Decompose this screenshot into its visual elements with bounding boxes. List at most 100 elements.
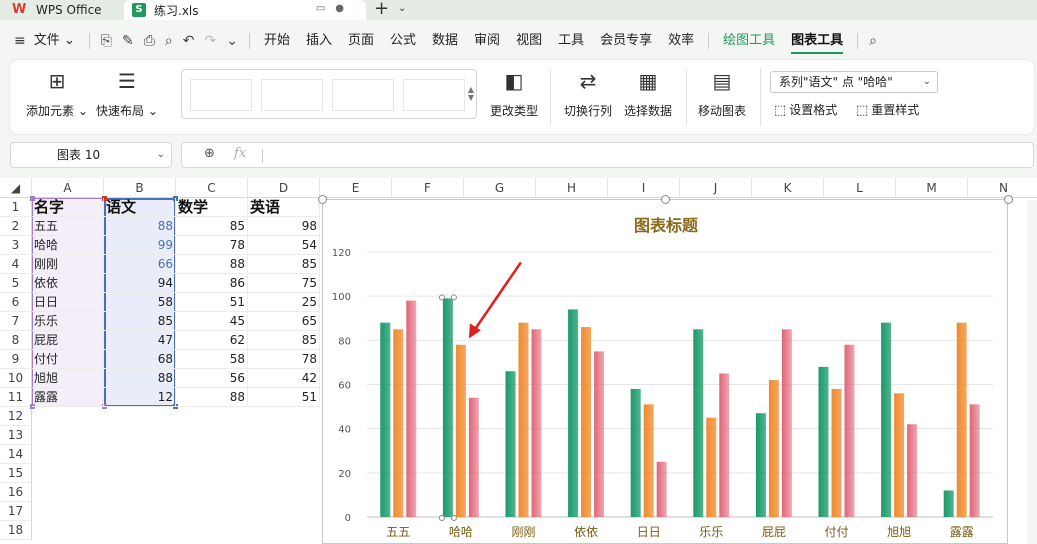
bar-0-1[interactable] xyxy=(442,298,453,517)
column-header[interactable]: A xyxy=(32,178,104,198)
bar-2-2[interactable] xyxy=(531,329,542,517)
row-header[interactable]: 6 xyxy=(0,293,32,312)
row-header[interactable]: 17 xyxy=(0,502,32,521)
bar-0-4[interactable] xyxy=(630,388,641,517)
menu-tools[interactable]: 工具 xyxy=(550,28,592,54)
column-header[interactable]: D xyxy=(248,178,320,198)
selected-point-handle[interactable] xyxy=(438,515,445,521)
chart-style-2[interactable] xyxy=(261,79,323,111)
score-cell[interactable]: 78 xyxy=(176,236,248,255)
reset-style-button[interactable]: ⬚ 重置样式 xyxy=(856,101,919,118)
bar-2-3[interactable] xyxy=(594,351,605,517)
menu-formula[interactable]: 公式 xyxy=(382,28,424,54)
menu-page[interactable]: 页面 xyxy=(340,28,382,54)
redo-icon[interactable]: ↷ xyxy=(200,33,222,49)
menu-chart-tools[interactable]: 图表工具 xyxy=(783,28,851,54)
name-cell[interactable]: 五五 xyxy=(32,217,104,236)
bar-0-2[interactable] xyxy=(505,371,516,517)
name-box[interactable]: 图表 10 ⌄ xyxy=(10,142,172,168)
score-cell[interactable]: 75 xyxy=(248,274,320,293)
row-header[interactable]: 10 xyxy=(0,369,32,388)
score-cell[interactable]: 56 xyxy=(176,369,248,388)
tab-controls-icon[interactable]: ▭● xyxy=(316,3,354,14)
row-header[interactable]: 3 xyxy=(0,236,32,255)
bar-2-9[interactable] xyxy=(969,404,980,517)
score-cell[interactable]: 88 xyxy=(176,388,248,407)
bar-1-2[interactable] xyxy=(518,322,529,517)
score-cell[interactable]: 94 xyxy=(104,274,176,293)
bar-0-6[interactable] xyxy=(755,413,766,517)
more-quick-access-icon[interactable]: ⌄ xyxy=(221,33,243,49)
bar-2-1[interactable] xyxy=(468,397,479,517)
search-icon[interactable]: ⌕ xyxy=(864,33,882,49)
score-cell[interactable]: 85 xyxy=(248,255,320,274)
bar-1-0[interactable] xyxy=(393,329,404,517)
bar-1-1[interactable] xyxy=(455,344,466,517)
bar-1-6[interactable] xyxy=(768,380,779,517)
selected-point-handle[interactable] xyxy=(450,515,457,521)
column-header[interactable]: J xyxy=(680,178,752,198)
name-cell[interactable]: 露露 xyxy=(32,388,104,407)
series-selector[interactable]: 系列"语文" 点 "哈哈" ⌄ xyxy=(770,71,938,93)
bar-0-5[interactable] xyxy=(693,329,704,517)
score-cell[interactable]: 88 xyxy=(176,255,248,274)
score-cell[interactable]: 58 xyxy=(104,293,176,312)
score-cell[interactable]: 88 xyxy=(104,369,176,388)
row-header[interactable]: 13 xyxy=(0,426,32,445)
score-cell[interactable]: 65 xyxy=(248,312,320,331)
name-cell[interactable]: 日日 xyxy=(32,293,104,312)
bar-0-3[interactable] xyxy=(568,309,579,517)
row-header[interactable]: 5 xyxy=(0,274,32,293)
menu-home[interactable]: 开始 xyxy=(256,28,298,54)
bar-chart[interactable]: 图表标题 0 20 40 60 80 100 120 五五 哈哈 刚刚 依依 日日 乐乐 屁屁 付付 旭旭 露露 xyxy=(318,195,1013,544)
formula-bar[interactable]: ⊕ fx xyxy=(181,142,1034,168)
zoom-icon[interactable]: ⊕ xyxy=(204,146,215,161)
tab-file[interactable]: S 练习.xls ▭● xyxy=(124,0,366,20)
save-icon[interactable]: ⎘ xyxy=(96,33,117,49)
change-type-button[interactable]: ◧ 更改类型 xyxy=(486,68,542,119)
bar-1-8[interactable] xyxy=(894,393,905,517)
name-cell[interactable]: 哈哈 xyxy=(32,236,104,255)
menu-view[interactable]: 视图 xyxy=(508,28,550,54)
row-header[interactable]: 4 xyxy=(0,255,32,274)
selected-point-handle[interactable] xyxy=(450,294,457,301)
bar-1-4[interactable] xyxy=(643,404,654,517)
score-cell[interactable]: 88 xyxy=(104,217,176,236)
bar-0-0[interactable] xyxy=(380,322,391,517)
name-cell[interactable]: 依依 xyxy=(32,274,104,293)
row-header[interactable]: 7 xyxy=(0,312,32,331)
add-tab-button[interactable]: + xyxy=(374,0,389,19)
print-preview-icon[interactable]: ⌕ xyxy=(160,33,178,49)
score-cell[interactable]: 42 xyxy=(248,369,320,388)
chart-style-1[interactable] xyxy=(190,79,252,111)
hamburger-icon[interactable]: ≡ xyxy=(14,33,26,49)
score-cell[interactable]: 54 xyxy=(248,236,320,255)
bar-0-9[interactable] xyxy=(943,490,954,518)
name-cell[interactable]: 屁屁 xyxy=(32,331,104,350)
vertical-scrollbar[interactable] xyxy=(1027,200,1037,544)
score-cell[interactable]: 58 xyxy=(176,350,248,369)
column-header[interactable]: N xyxy=(968,178,1037,198)
bar-2-5[interactable] xyxy=(719,373,730,517)
column-header[interactable]: I xyxy=(608,178,680,198)
score-cell[interactable]: 85 xyxy=(104,312,176,331)
score-cell[interactable]: 51 xyxy=(248,388,320,407)
column-header[interactable]: E xyxy=(320,178,392,198)
bar-2-7[interactable] xyxy=(844,344,855,517)
name-cell[interactable]: 乐乐 xyxy=(32,312,104,331)
score-cell[interactable]: 85 xyxy=(248,331,320,350)
score-cell[interactable]: 51 xyxy=(176,293,248,312)
row-header[interactable]: 16 xyxy=(0,483,32,502)
menu-efficiency[interactable]: 效率 xyxy=(660,28,702,54)
bar-2-8[interactable] xyxy=(907,424,918,517)
brush-icon[interactable]: ✎ xyxy=(117,33,139,49)
tab-wps-office[interactable]: W WPS Office xyxy=(12,0,122,20)
column-header[interactable]: H xyxy=(536,178,608,198)
chart-style-3[interactable] xyxy=(332,79,394,111)
row-header[interactable]: 1 xyxy=(0,198,32,217)
score-cell[interactable]: 99 xyxy=(104,236,176,255)
quick-layout-button[interactable]: ☰ 快速布局 ⌄ xyxy=(96,68,158,119)
name-cell[interactable]: 付付 xyxy=(32,350,104,369)
score-cell[interactable]: 45 xyxy=(176,312,248,331)
score-cell[interactable]: 62 xyxy=(176,331,248,350)
